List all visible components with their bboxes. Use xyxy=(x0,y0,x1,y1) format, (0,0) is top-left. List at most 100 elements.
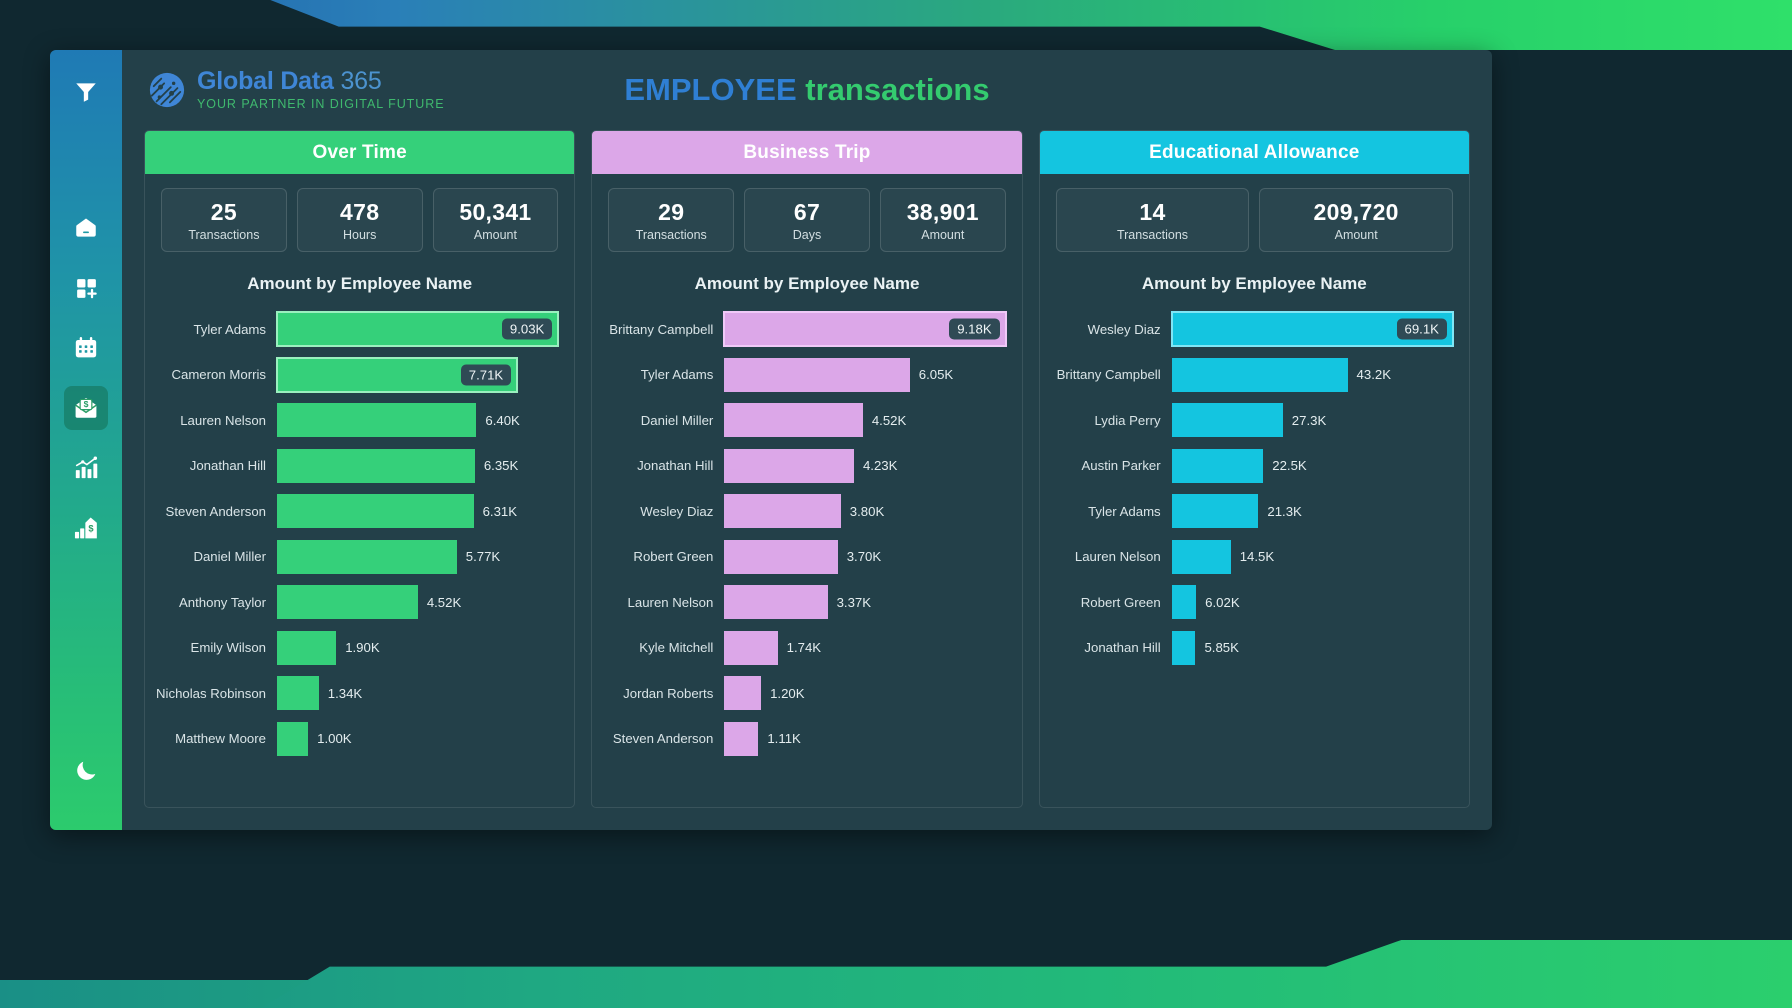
bar-row[interactable]: Emily Wilson 1.90K xyxy=(155,625,558,671)
bar-fill[interactable] xyxy=(724,494,841,529)
bar-row[interactable]: Daniel Miller 5.77K xyxy=(155,534,558,580)
bar-category-label: Steven Anderson xyxy=(165,503,266,519)
sidebar-item-transactions[interactable]: $ xyxy=(64,386,108,430)
kpi-card[interactable]: 38,901 Amount xyxy=(879,188,1006,253)
kpi-card[interactable]: 25 Transactions xyxy=(161,188,287,253)
kpi-card[interactable]: 209,720 Amount xyxy=(1259,188,1453,253)
bar-fill[interactable] xyxy=(277,630,337,665)
bar-value-label: 14.5K xyxy=(1239,549,1275,565)
kpi-card[interactable]: 478 Hours xyxy=(296,188,423,253)
bar-row[interactable]: Daniel Miller 4.52K xyxy=(602,397,1005,443)
bar-fill[interactable] xyxy=(1171,494,1259,529)
sidebar-item-filter[interactable] xyxy=(64,70,108,114)
bar-row[interactable]: Nicholas Robinson 1.34K xyxy=(155,670,558,716)
bar-fill[interactable]: 9.18K xyxy=(723,311,1007,348)
bar-fill[interactable] xyxy=(1171,585,1197,620)
bar-row[interactable]: Jonathan Hill 5.85K xyxy=(1050,625,1453,671)
kpi-group-business-trip: 29 Transactions 67 Days 38,901 Amount xyxy=(592,174,1021,258)
bar-row[interactable]: Lauren Nelson 3.37K xyxy=(602,579,1005,625)
bar-row[interactable]: Steven Anderson 6.31K xyxy=(155,488,558,534)
bar-row[interactable]: Anthony Taylor 4.52K xyxy=(155,579,558,625)
bar-category-label: Lauren Nelson xyxy=(627,594,714,610)
bar-value-label: 1.74K xyxy=(786,640,822,656)
bar-fill[interactable] xyxy=(724,539,838,574)
bar-row[interactable]: Jonathan Hill 6.35K xyxy=(155,443,558,489)
bar-fill[interactable] xyxy=(724,630,778,665)
home-icon xyxy=(73,215,99,241)
sidebar-item-calendar[interactable] xyxy=(64,326,108,370)
bar-row[interactable]: Austin Parker 22.5K xyxy=(1050,443,1453,489)
bar-fill[interactable] xyxy=(1171,539,1231,574)
svg-text:$: $ xyxy=(84,399,89,409)
chart-title: Amount by Employee Name xyxy=(1141,274,1367,294)
sidebar-item-analytics[interactable] xyxy=(64,446,108,490)
bar-fill[interactable] xyxy=(724,403,863,438)
sidebar-item-revenue[interactable]: $ xyxy=(64,506,108,550)
bar-fill[interactable] xyxy=(1171,630,1196,665)
bar-fill[interactable] xyxy=(1171,403,1283,438)
bar-fill[interactable] xyxy=(724,357,910,392)
bar-row[interactable]: Robert Green 3.70K xyxy=(602,534,1005,580)
bar-fill[interactable] xyxy=(724,721,759,756)
bar-track: 9.03K xyxy=(275,311,560,348)
kpi-label: Amount xyxy=(1334,228,1378,243)
bar-chart-over-time: Tyler Adams 9.03K Cameron Morris 7.71K Laure… xyxy=(145,302,574,807)
bar-fill[interactable]: 9.03K xyxy=(275,311,560,348)
bar-fill[interactable] xyxy=(277,494,474,529)
kpi-card[interactable]: 50,341 Amount xyxy=(432,188,559,253)
bar-fill[interactable] xyxy=(724,585,828,620)
bar-fill[interactable] xyxy=(724,448,854,483)
bar-row[interactable]: Tyler Adams 21.3K xyxy=(1050,488,1453,534)
bar-track: 27.3K xyxy=(1171,403,1453,438)
bar-fill[interactable] xyxy=(1171,448,1264,483)
bar-track: 69.1K xyxy=(1170,311,1454,348)
bar-fill[interactable] xyxy=(277,585,418,620)
bar-fill[interactable] xyxy=(277,676,319,711)
bar-category-label: Daniel Miller xyxy=(640,412,714,428)
bar-row[interactable]: Lydia Perry 27.3K xyxy=(1050,397,1453,443)
bar-category-label: Nicholas Robinson xyxy=(156,685,266,701)
bar-track: 1.90K xyxy=(277,630,558,665)
sidebar-item-home[interactable] xyxy=(64,206,108,250)
sidebar-item-theme-toggle[interactable] xyxy=(64,748,108,792)
bar-value-label: 22.5K xyxy=(1272,458,1307,474)
bar-category-label: Tyler Adams xyxy=(1088,503,1161,519)
bar-fill[interactable] xyxy=(277,448,475,483)
bar-row[interactable]: Brittany Campbell 43.2K xyxy=(1050,352,1453,398)
bar-fill[interactable] xyxy=(1171,357,1348,392)
kpi-card[interactable]: 67 Days xyxy=(744,188,870,253)
bar-row[interactable]: Lauren Nelson 14.5K xyxy=(1050,534,1453,580)
bar-track: 43.2K xyxy=(1171,357,1453,392)
bar-row[interactable]: Steven Anderson 1.11K xyxy=(602,716,1005,762)
bar-row[interactable]: Tyler Adams 6.05K xyxy=(602,352,1005,398)
bar-row[interactable]: Wesley Diaz 3.80K xyxy=(602,488,1005,534)
bar-fill[interactable] xyxy=(277,721,309,756)
bar-value-label: 27.3K xyxy=(1291,412,1327,428)
bar-row[interactable]: Brittany Campbell 9.18K xyxy=(602,306,1007,352)
bar-row[interactable]: Cameron Morris 7.71K xyxy=(155,352,558,398)
bar-category-label: Austin Parker xyxy=(1081,458,1161,474)
bar-category-label: Kyle Mitchell xyxy=(639,640,714,656)
bar-value-label: 4.23K xyxy=(862,458,898,474)
brand-name: Global Data xyxy=(197,67,334,96)
bar-row[interactable]: Jonathan Hill 4.23K xyxy=(602,443,1005,489)
bar-fill[interactable] xyxy=(277,403,477,438)
sidebar-item-add-widget[interactable] xyxy=(64,266,108,310)
bar-row[interactable]: Matthew Moore 1.00K xyxy=(155,716,558,762)
kpi-card[interactable]: 14 Transactions xyxy=(1055,188,1250,253)
bar-category-label: Tyler Adams xyxy=(193,321,266,337)
kpi-label: Amount xyxy=(473,228,517,243)
bar-row[interactable]: Tyler Adams 9.03K xyxy=(155,306,560,352)
bar-track: 5.85K xyxy=(1171,630,1453,665)
bar-fill[interactable]: 7.71K xyxy=(275,356,519,393)
kpi-card[interactable]: 29 Transactions xyxy=(608,188,735,253)
bar-fill[interactable] xyxy=(277,539,457,574)
bar-fill[interactable]: 69.1K xyxy=(1170,311,1454,348)
bar-row[interactable]: Kyle Mitchell 1.74K xyxy=(602,625,1005,671)
bar-row[interactable]: Lauren Nelson 6.40K xyxy=(155,397,558,443)
panel-business-trip: Business Trip 29 Transactions 67 Days 38… xyxy=(591,130,1023,808)
bar-fill[interactable] xyxy=(724,676,762,711)
bar-row[interactable]: Wesley Diaz 69.1K xyxy=(1050,306,1454,352)
bar-row[interactable]: Robert Green 6.02K xyxy=(1050,579,1453,625)
bar-row[interactable]: Jordan Roberts 1.20K xyxy=(602,670,1005,716)
